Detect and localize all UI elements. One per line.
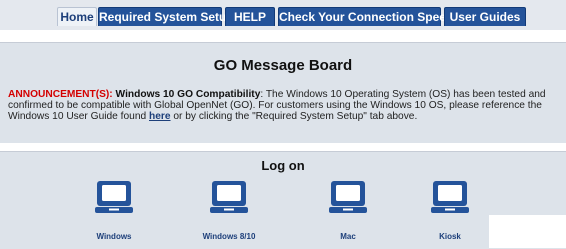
tab-user-guides[interactable]: User Guides <box>444 7 526 26</box>
logon-kiosk-label: Kiosk <box>439 232 461 241</box>
nav-spacer <box>0 30 566 42</box>
user-guide-link[interactable]: here <box>149 111 171 122</box>
announcement-lead: ANNOUNCEMENT(S): <box>8 89 113 100</box>
top-navigation: Home Required System Setup HELP Check Yo… <box>0 0 566 31</box>
laptop-icon <box>329 181 367 213</box>
laptop-icon <box>95 181 133 213</box>
logon-windows-button[interactable]: Windows <box>76 180 152 242</box>
announcement-text: ANNOUNCEMENT(S): Windows 10 GO Compatibi… <box>8 89 560 122</box>
section-gap <box>0 143 566 151</box>
message-board-title: GO Message Board <box>213 57 353 74</box>
tab-required-system-setup[interactable]: Required System Setup <box>98 7 234 26</box>
announcement-body-end: or by clicking the "Required System Setu… <box>170 111 418 122</box>
laptop-icon <box>210 181 248 213</box>
laptop-icon <box>431 181 469 213</box>
logon-kiosk-button[interactable]: Kiosk <box>412 180 488 242</box>
logon-mac-label: Mac <box>340 232 356 241</box>
logon-panel: Log on Windows Windows 8/10 Mac Kiosk <box>0 151 566 249</box>
logon-title: Log on <box>261 158 305 173</box>
tab-home[interactable]: Home <box>57 7 97 26</box>
tab-help[interactable]: HELP <box>225 7 275 26</box>
logon-windows-8-10-label: Windows 8/10 <box>202 232 256 241</box>
announcement-heading: Windows 10 GO Compatibility <box>115 89 261 100</box>
logon-windows-8-10-button[interactable]: Windows 8/10 <box>191 180 267 242</box>
panel-edge <box>489 215 566 248</box>
tab-check-connection-speed[interactable]: Check Your Connection Speed <box>278 7 453 26</box>
message-board: GO Message Board ANNOUNCEMENT(S): Window… <box>0 42 566 144</box>
logon-mac-button[interactable]: Mac <box>310 180 386 242</box>
logon-windows-label: Windows <box>96 232 132 241</box>
